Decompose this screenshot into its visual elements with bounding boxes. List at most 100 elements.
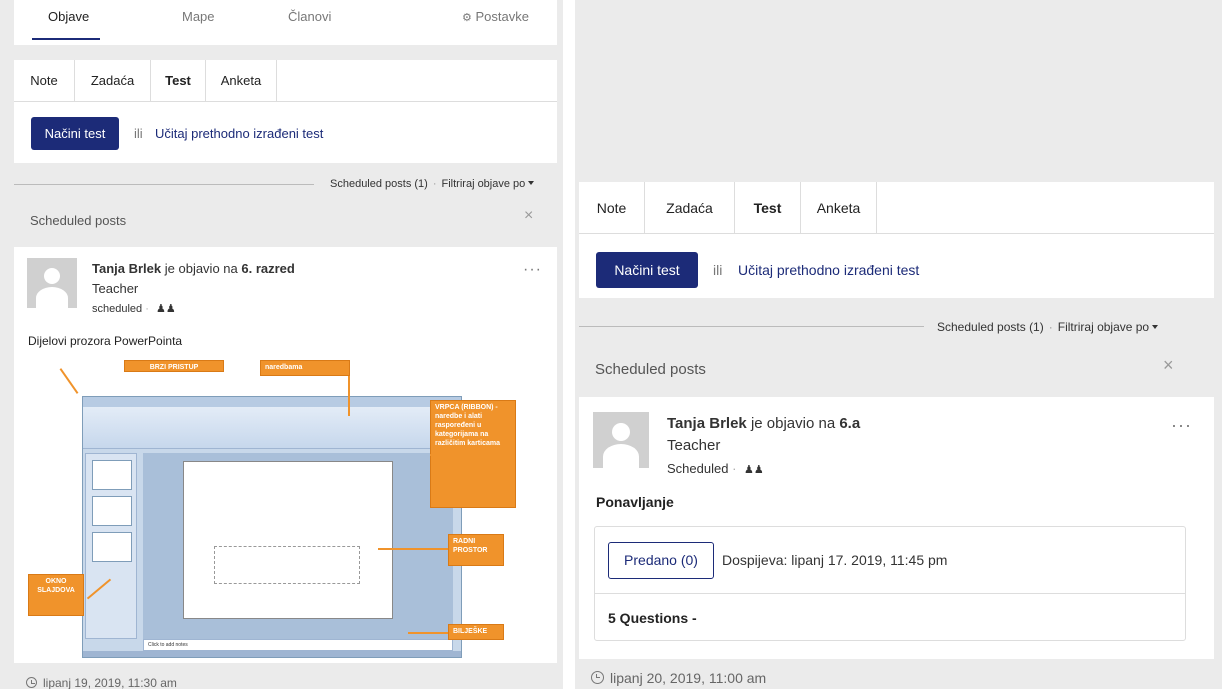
- load-test-link[interactable]: Učitaj prethodno izrađeni test: [155, 126, 323, 141]
- divider: [595, 593, 1185, 594]
- assignment-box: Predano (0) Dospijeva: lipanj 17. 2019, …: [594, 526, 1186, 641]
- create-test-button[interactable]: Načini test: [596, 252, 698, 288]
- tab-zadaca[interactable]: Zadaća: [75, 60, 151, 102]
- tab-test[interactable]: Test: [735, 182, 801, 234]
- caret-down-icon: [528, 181, 535, 185]
- settings-link[interactable]: ⚙ Postavke: [462, 9, 529, 24]
- slide-thumb: [92, 532, 132, 562]
- or-text: ili: [134, 126, 143, 141]
- clock-icon: [26, 677, 37, 688]
- leader-line: [59, 368, 79, 394]
- right-panel: Note Zadaća Test Anketa Načini test ili …: [563, 0, 1222, 689]
- filter-bar: Scheduled posts (1) · Filtriraj objave po: [330, 178, 535, 190]
- ppt-work-area: [143, 453, 453, 639]
- or-text: ili: [713, 262, 723, 278]
- ppt-ribbon: [83, 407, 461, 449]
- separator: ·: [432, 178, 437, 190]
- avatar-body: [603, 444, 639, 468]
- more-options-icon[interactable]: ···: [523, 261, 542, 279]
- ppt-title-bar: [83, 397, 461, 407]
- callout-commands: naredbama: [260, 360, 350, 376]
- submitted-button[interactable]: Predano (0): [608, 542, 714, 579]
- question-count[interactable]: 5 Questions -: [608, 610, 697, 626]
- avatar[interactable]: [593, 412, 649, 468]
- tab-test[interactable]: Test: [151, 60, 206, 102]
- post-card: Tanja Brlek je objavio na 6.a Teacher Sc…: [579, 397, 1214, 659]
- scheduled-posts-link[interactable]: Scheduled posts (1): [330, 178, 428, 190]
- filter-dropdown[interactable]: Filtriraj objave po: [442, 178, 535, 190]
- filter-label: Filtriraj objave po: [1057, 320, 1150, 334]
- tab-mape[interactable]: Mape: [182, 9, 215, 24]
- create-test-button[interactable]: Načini test: [31, 117, 119, 150]
- more-options-icon[interactable]: ···: [1171, 415, 1192, 436]
- post-timestamp: lipanj 20, 2019, 11:00 am: [591, 670, 766, 686]
- status-label: scheduled: [92, 303, 143, 315]
- composer-tabs: Note Zadaća Test Anketa: [579, 182, 1214, 234]
- composer-tabs: Note Zadaća Test Anketa: [14, 60, 557, 102]
- avatar[interactable]: [27, 258, 77, 308]
- post-composer: Note Zadaća Test Anketa Načini test ili …: [14, 60, 557, 163]
- post-image[interactable]: Click to add notes BRZI PRISTUP naredbam…: [28, 358, 548, 660]
- gear-icon: ⚙: [462, 12, 472, 24]
- tab-clanovi[interactable]: Članovi: [288, 9, 331, 24]
- post-text: Dijelovi prozora PowerPointa: [28, 334, 183, 348]
- ppt-status-bar: [83, 651, 461, 657]
- post-author-line: Tanja Brlek je objavio na 6.a: [667, 415, 860, 432]
- tab-anketa[interactable]: Anketa: [206, 60, 277, 102]
- leader-line: [408, 632, 448, 634]
- tab-objave[interactable]: Objave: [48, 9, 89, 24]
- active-tab-indicator: [32, 38, 100, 40]
- ppt-slides-pane: [85, 453, 137, 639]
- caret-down-icon: [1152, 325, 1159, 329]
- due-date: Dospijeva: lipanj 17. 2019, 11:45 pm: [722, 552, 948, 568]
- post-target[interactable]: 6.a: [839, 415, 860, 432]
- filter-label: Filtriraj objave po: [441, 178, 526, 190]
- close-icon[interactable]: ×: [524, 207, 533, 225]
- post-author-line: Tanja Brlek je objavio na 6. razred: [92, 261, 295, 276]
- tab-zadaca[interactable]: Zadaća: [645, 182, 735, 234]
- author-name[interactable]: Tanja Brlek: [92, 261, 161, 276]
- posted-verb: je objavio na: [164, 261, 238, 276]
- leader-line: [430, 454, 444, 456]
- author-role: Teacher: [92, 281, 139, 296]
- leader-line: [348, 376, 350, 416]
- divider: [14, 184, 314, 185]
- separator: ·: [145, 303, 149, 315]
- settings-label: Postavke: [475, 9, 529, 24]
- avatar-head: [612, 423, 630, 441]
- scheduled-posts-title: Scheduled posts: [30, 213, 127, 228]
- post-status: Scheduled · ♟♟: [667, 461, 764, 476]
- people-icon: ♟♟: [744, 464, 764, 476]
- callout-quick-access: BRZI PRISTUP: [124, 360, 224, 372]
- author-role: Teacher: [667, 437, 721, 454]
- separator: ·: [732, 461, 737, 476]
- tab-anketa[interactable]: Anketa: [801, 182, 877, 234]
- avatar-body: [36, 287, 68, 308]
- clock-icon: [591, 671, 604, 684]
- post-status: scheduled · ♟♟: [92, 302, 176, 315]
- post-target[interactable]: 6. razred: [241, 261, 294, 276]
- filter-bar: Scheduled posts (1) · Filtriraj objave po: [937, 320, 1159, 334]
- load-test-link[interactable]: Učitaj prethodno izrađeni test: [738, 262, 919, 278]
- timestamp-text: lipanj 19, 2019, 11:30 am: [43, 676, 177, 689]
- tab-note[interactable]: Note: [579, 182, 645, 234]
- slide-thumb: [92, 460, 132, 490]
- tab-note[interactable]: Note: [14, 60, 75, 102]
- close-icon[interactable]: ×: [1163, 355, 1174, 376]
- timestamp-text: lipanj 20, 2019, 11:00 am: [610, 670, 767, 686]
- filter-dropdown[interactable]: Filtriraj objave po: [1057, 320, 1159, 334]
- post-timestamp: lipanj 19, 2019, 11:30 am: [26, 676, 177, 689]
- ppt-slide: [183, 461, 393, 619]
- group-top-nav: Objave Mape Članovi ⚙ Postavke: [14, 0, 557, 45]
- divider: [579, 326, 924, 327]
- slide-thumb: [92, 496, 132, 526]
- scheduled-posts-link[interactable]: Scheduled posts (1): [937, 320, 1044, 334]
- author-name[interactable]: Tanja Brlek: [667, 415, 747, 432]
- separator: ·: [1048, 320, 1053, 334]
- people-icon: ♟♟: [155, 303, 176, 315]
- leader-line: [378, 548, 448, 550]
- status-label: Scheduled: [667, 461, 729, 476]
- scheduled-posts-title: Scheduled posts: [595, 361, 706, 378]
- callout-slides-pane: OKNO SLAJDOVA: [28, 574, 84, 616]
- assignment-title: Ponavljanje: [596, 494, 674, 510]
